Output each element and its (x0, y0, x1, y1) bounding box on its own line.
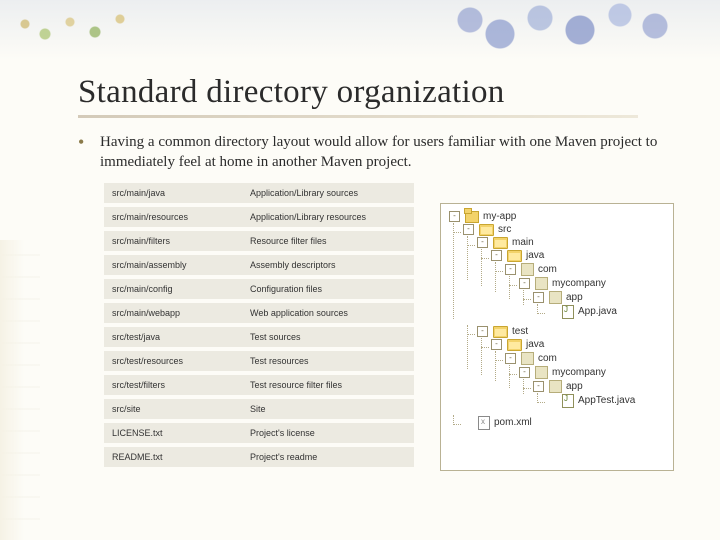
package-icon (549, 380, 562, 393)
table-row: src/main/resourcesApplication/Library re… (104, 205, 414, 229)
tree-label: app (566, 292, 583, 303)
tree-label: pom.xml (494, 417, 532, 428)
expand-icon[interactable]: - (533, 381, 544, 392)
path-cell: LICENSE.txt (104, 421, 242, 445)
desc-cell: Resource filter files (242, 229, 414, 253)
path-cell: src/main/resources (104, 205, 242, 229)
tree-label: main (512, 237, 534, 248)
table-row: src/main/filtersResource filter files (104, 229, 414, 253)
table-row: src/test/javaTest sources (104, 325, 414, 349)
xml-file-icon (478, 416, 490, 430)
java-file-icon (562, 305, 574, 319)
package-icon (535, 277, 548, 290)
path-cell: src/test/java (104, 325, 242, 349)
path-cell: README.txt (104, 445, 242, 469)
tree-label: my-app (483, 211, 516, 222)
table-row: src/siteSite (104, 397, 414, 421)
folder-icon (493, 326, 508, 338)
tree-label: src (498, 224, 511, 235)
body-paragraph: Having a common directory layout would a… (100, 132, 680, 173)
path-cell: src/main/webapp (104, 301, 242, 325)
tree-label: java (526, 250, 544, 261)
tree-label: app (566, 381, 583, 392)
expand-icon[interactable]: - (533, 292, 544, 303)
table-row: src/test/resourcesTest resources (104, 349, 414, 373)
tree-label: AppTest.java (578, 395, 635, 406)
tree-label: App.java (578, 306, 617, 317)
expand-icon[interactable]: - (463, 224, 474, 235)
table-row: LICENSE.txtProject's license (104, 421, 414, 445)
path-cell: src/main/java (104, 183, 242, 205)
tree-label: com (538, 264, 557, 275)
expand-icon[interactable]: - (519, 278, 530, 289)
package-icon (521, 352, 534, 365)
tree-label: mycompany (552, 278, 606, 289)
table-row: src/test/filtersTest resource filter fil… (104, 373, 414, 397)
decorative-left-band (0, 240, 40, 540)
tree-label: java (526, 339, 544, 350)
desc-cell: Test sources (242, 325, 414, 349)
expand-icon[interactable]: - (505, 353, 516, 364)
path-cell: src/main/filters (104, 229, 242, 253)
table-row: README.txtProject's readme (104, 445, 414, 469)
folder-icon (507, 339, 522, 351)
tree-label: test (512, 326, 528, 337)
desc-cell: Site (242, 397, 414, 421)
package-icon (549, 291, 562, 304)
folder-icon (493, 237, 508, 249)
expand-icon[interactable]: - (491, 339, 502, 350)
expand-icon[interactable]: - (477, 326, 488, 337)
project-icon (465, 211, 479, 223)
path-cell: src/main/assembly (104, 253, 242, 277)
package-icon (521, 263, 534, 276)
folder-icon (507, 250, 522, 262)
tree-label: mycompany (552, 367, 606, 378)
desc-cell: Assembly descriptors (242, 253, 414, 277)
tree-label: com (538, 353, 557, 364)
decorative-header-band (0, 0, 720, 60)
desc-cell: Test resource filter files (242, 373, 414, 397)
table-row: src/main/configConfiguration files (104, 277, 414, 301)
desc-cell: Project's readme (242, 445, 414, 469)
path-cell: src/main/config (104, 277, 242, 301)
java-file-icon (562, 394, 574, 408)
directory-table: src/main/javaApplication/Library sources… (104, 183, 414, 471)
path-cell: src/site (104, 397, 242, 421)
bullet-icon: • (78, 132, 100, 173)
expand-icon[interactable]: - (449, 211, 460, 222)
desc-cell: Application/Library sources (242, 183, 414, 205)
desc-cell: Web application sources (242, 301, 414, 325)
expand-icon[interactable]: - (519, 367, 530, 378)
expand-icon[interactable]: - (477, 237, 488, 248)
path-cell: src/test/resources (104, 349, 242, 373)
path-cell: src/test/filters (104, 373, 242, 397)
table-row: src/main/javaApplication/Library sources (104, 183, 414, 205)
project-tree-panel: -my-app -src -main -java (440, 203, 674, 471)
folder-icon (479, 224, 494, 236)
desc-cell: Configuration files (242, 277, 414, 301)
expand-icon[interactable]: - (505, 264, 516, 275)
title-underline (78, 115, 638, 118)
table-row: src/main/webappWeb application sources (104, 301, 414, 325)
package-icon (535, 366, 548, 379)
table-row: src/main/assemblyAssembly descriptors (104, 253, 414, 277)
project-tree: -my-app -src -main -java (447, 210, 667, 432)
expand-icon[interactable]: - (491, 250, 502, 261)
desc-cell: Test resources (242, 349, 414, 373)
desc-cell: Application/Library resources (242, 205, 414, 229)
desc-cell: Project's license (242, 421, 414, 445)
